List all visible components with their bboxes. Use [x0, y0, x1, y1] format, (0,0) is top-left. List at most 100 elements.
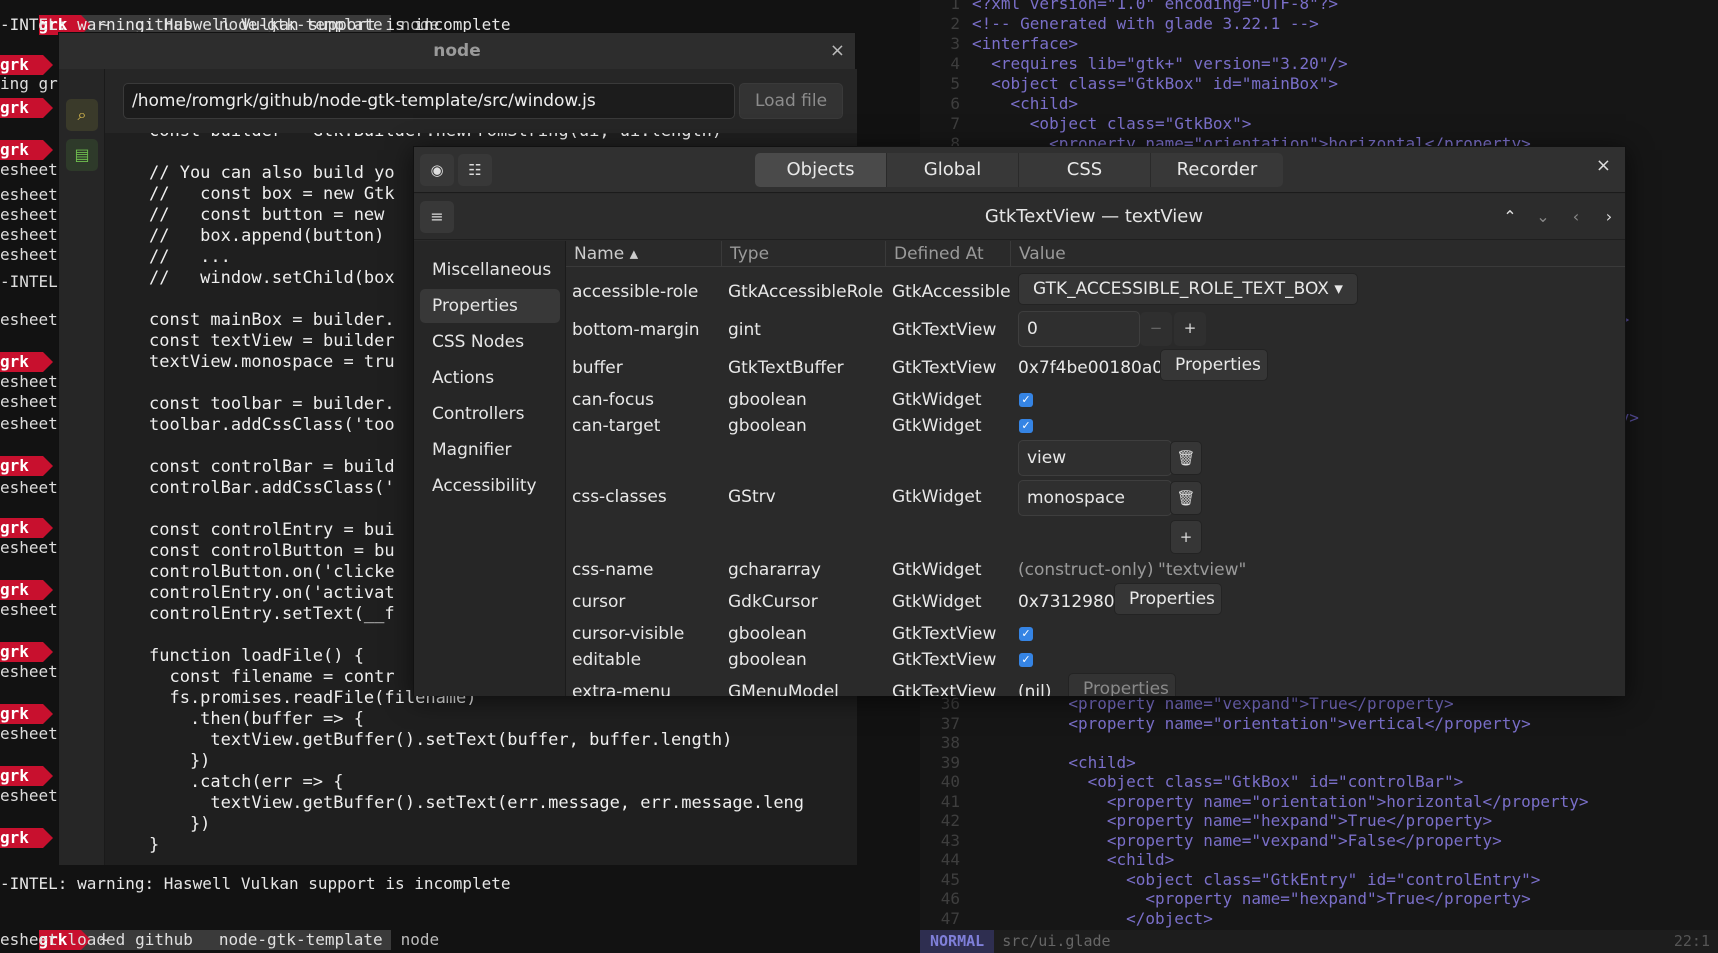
line-code: <child>: [972, 94, 1078, 113]
trash-icon[interactable]: 🗑: [1170, 481, 1202, 515]
property-type: GtkAccessibleRole: [728, 282, 884, 302]
column-header-name[interactable]: Name ▴: [566, 241, 722, 267]
terminal-prompt-line: grk ~ github node-gtk-template node: [0, 0, 439, 35]
sidebar-item-accessibility[interactable]: Accessibility: [420, 469, 560, 503]
prompt-path-project: node-gtk-template: [200, 930, 391, 950]
cursor-properties-button[interactable]: Properties: [1114, 583, 1222, 615]
code-line: textView.monospace = tru: [149, 352, 395, 372]
chevron-down-icon[interactable]: ⌄: [1526, 201, 1560, 233]
property-value: 0x7f4be00180a0: [1018, 358, 1164, 378]
extra-menu-properties-button[interactable]: Properties: [1068, 673, 1176, 696]
line-code: <interface>: [972, 34, 1078, 53]
prompt-marker: grk: [0, 352, 53, 372]
gtk-inspector-window: ◉ ☷ Objects Global CSS Recorder × ≡ GtkT…: [413, 146, 1626, 696]
status-position: 22:1: [1673, 932, 1710, 950]
column-header-value[interactable]: Value: [1011, 241, 1625, 267]
editor-line: 2 <!-- Generated with glade 3.22.1 -->: [920, 14, 1718, 34]
sidebar-item-miscellaneous[interactable]: Miscellaneous: [420, 253, 560, 287]
line-number: 37: [940, 713, 960, 733]
increment-button[interactable]: +: [1174, 312, 1206, 346]
line-code: <property name="vexpand">False</property…: [972, 830, 1502, 850]
line-code: <property name="hexpand">True</property>: [972, 811, 1493, 830]
editor-line: 43 <property name="vexpand">False</prope…: [920, 831, 1718, 851]
line-code: <property name="orientation">horizontal<…: [972, 791, 1589, 811]
chevron-up-icon[interactable]: ⌃: [1493, 201, 1527, 233]
column-header-type[interactable]: Type: [722, 241, 886, 267]
tab-global[interactable]: Global: [887, 153, 1019, 187]
document-icon[interactable]: ▤: [66, 139, 98, 171]
terminal-warning-line: -INTEL: warning: Haswell Vulkan support …: [0, 874, 511, 893]
property-type: gchararray: [728, 560, 821, 580]
property-name: bottom-margin: [572, 320, 700, 340]
inspector-tabs: Objects Global CSS Recorder: [755, 153, 1283, 187]
editor-line: 37 <property name="orientation">vertical…: [920, 714, 1718, 734]
prompt-marker: grk: [0, 456, 53, 476]
editable-checkbox[interactable]: ✓: [1019, 653, 1033, 667]
property-name: buffer: [572, 358, 623, 378]
sidebar-item-controllers[interactable]: Controllers: [420, 397, 560, 431]
decrement-button[interactable]: −: [1140, 312, 1172, 346]
code-line: const controlEntry = bui: [149, 520, 395, 540]
line-number: 1: [950, 0, 960, 13]
terminal-fragment: esheet: [0, 414, 58, 433]
code-line: // window.setChild(box: [149, 268, 395, 288]
line-number: 44: [940, 850, 960, 869]
code-line: function loadFile() {: [149, 646, 364, 666]
property-name: can-target: [572, 416, 661, 436]
line-number: 42: [940, 811, 960, 830]
load-file-button[interactable]: Load file: [739, 83, 843, 119]
sidebar-item-css-nodes[interactable]: CSS Nodes: [420, 325, 560, 359]
trash-icon[interactable]: 🗑: [1170, 441, 1202, 475]
terminal-fragment: ing gr: [0, 74, 58, 93]
line-code: <child>: [972, 850, 1175, 869]
search-icon[interactable]: ⌕: [66, 99, 98, 131]
can-target-checkbox[interactable]: ✓: [1019, 419, 1033, 433]
property-defined-at: GtkWidget: [892, 487, 982, 507]
bottom-margin-input[interactable]: 0: [1018, 311, 1140, 347]
terminal-fragment: esheet: [0, 724, 58, 743]
prompt-user: grk: [0, 766, 53, 786]
code-line: .catch(err => {: [149, 772, 344, 792]
editor-line: 39 <child>: [920, 753, 1718, 773]
close-icon[interactable]: ×: [830, 33, 845, 69]
editor-line: 5 <object class="GtkBox" id="mainBox">: [920, 74, 1718, 94]
tab-recorder[interactable]: Recorder: [1151, 153, 1283, 187]
line-code: </object>: [972, 908, 1213, 928]
cursor-visible-checkbox[interactable]: ✓: [1019, 627, 1033, 641]
object-tree-icon[interactable]: ☷: [458, 154, 492, 186]
code-line: const toolbar = builder.: [149, 394, 395, 414]
editor-line: 6 <child>: [920, 94, 1718, 114]
property-defined-at: GtkAccessible: [892, 282, 1011, 302]
can-focus-checkbox[interactable]: ✓: [1019, 393, 1033, 407]
prompt-marker: grk: [0, 642, 53, 662]
tab-css[interactable]: CSS: [1019, 153, 1151, 187]
tab-objects[interactable]: Objects: [755, 153, 887, 187]
editor-line: 1 <?xml version="1.0" encoding="UTF-8"?>: [920, 0, 1718, 14]
prompt-marker: grk: [0, 140, 53, 160]
hamburger-menu-icon[interactable]: ≡: [420, 201, 454, 233]
accessible-role-dropdown[interactable]: GTK_ACCESSIBLE_ROLE_TEXT_BOX ▾: [1018, 273, 1358, 305]
chevron-right-icon[interactable]: ›: [1592, 201, 1626, 233]
css-class-entry[interactable]: monospace: [1018, 480, 1172, 516]
prompt-marker: grk: [0, 55, 53, 75]
css-class-entry[interactable]: view: [1018, 440, 1172, 476]
property-type: GMenuModel: [728, 682, 839, 696]
property-name: editable: [572, 650, 642, 670]
terminal-fragment: esheet: [0, 392, 58, 411]
property-defined-at: GtkTextView: [892, 624, 997, 644]
column-header-defined-at[interactable]: Defined At: [886, 241, 1011, 267]
buffer-properties-button[interactable]: Properties: [1160, 349, 1268, 381]
add-css-class-button[interactable]: +: [1170, 520, 1202, 554]
sidebar-item-magnifier[interactable]: Magnifier: [420, 433, 560, 467]
sidebar-item-actions[interactable]: Actions: [420, 361, 560, 395]
line-code: <property name="vexpand">True</property>: [972, 694, 1454, 713]
node-window-titlebar[interactable]: node ×: [59, 33, 855, 69]
sidebar-item-properties[interactable]: Properties: [420, 289, 560, 323]
code-line: const mainBox = builder.: [149, 310, 395, 330]
object-picker-icon[interactable]: ◉: [420, 154, 454, 186]
close-icon[interactable]: ×: [1596, 155, 1611, 176]
property-value: "textview": [1158, 560, 1247, 580]
terminal-fragment: esheet: [0, 185, 58, 204]
file-path-input[interactable]: /home/romgrk/github/node-gtk-template/sr…: [123, 83, 735, 119]
chevron-left-icon[interactable]: ‹: [1559, 201, 1593, 233]
